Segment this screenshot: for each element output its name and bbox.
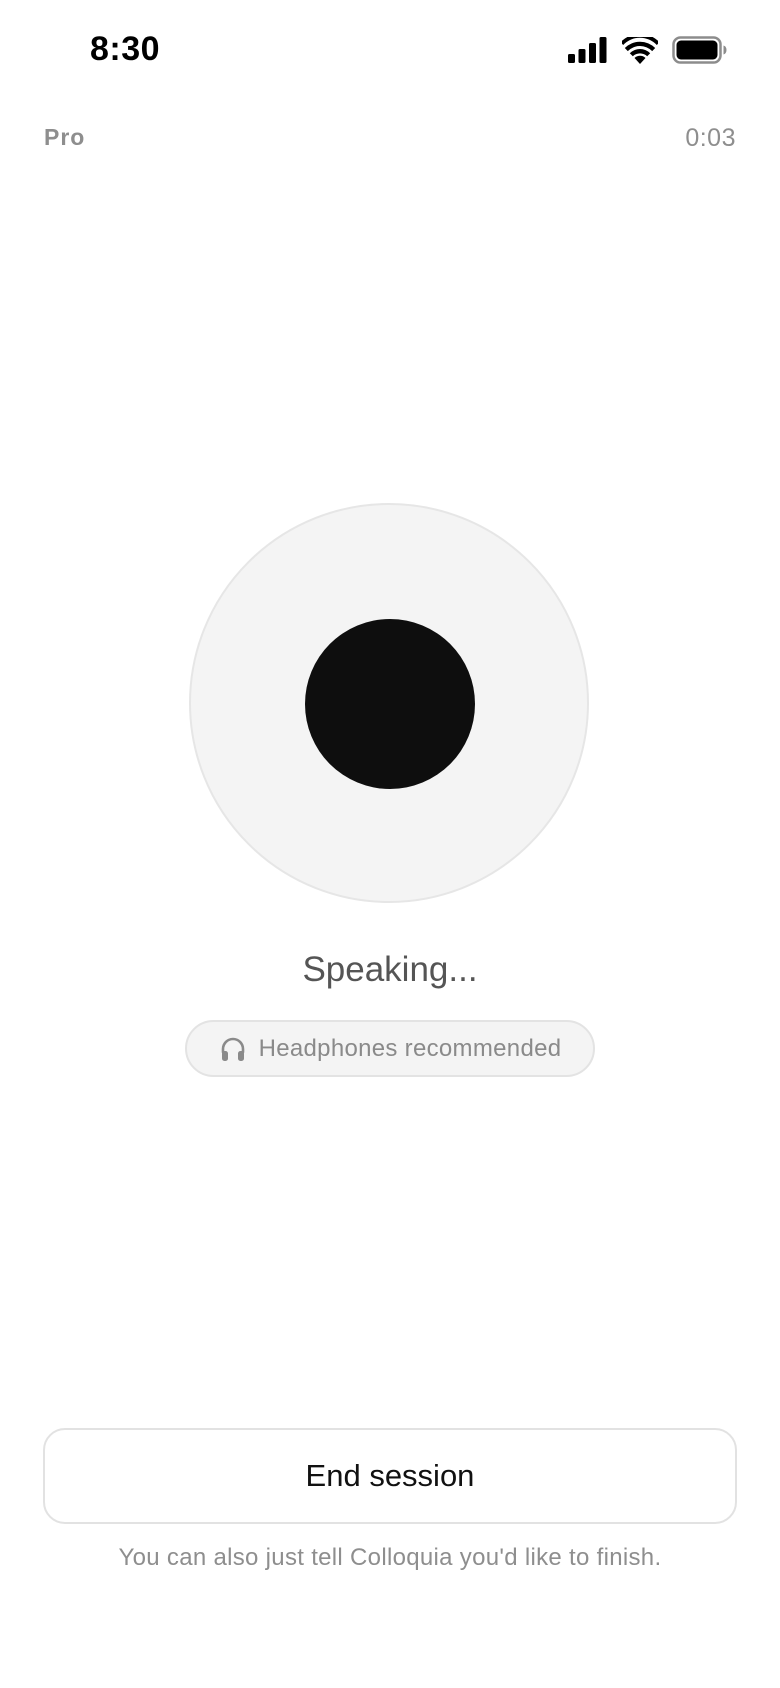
end-session-label: End session — [305, 1458, 475, 1493]
finish-hint-text: You can also just tell Colloquia you'd l… — [118, 1544, 662, 1571]
status-icons — [568, 36, 728, 64]
wifi-icon — [622, 36, 658, 64]
battery-icon — [672, 36, 728, 64]
headphones-hint-pill: Headphones recommended — [185, 1020, 595, 1077]
session-timer: 0:03 — [685, 124, 736, 152]
plan-label: Pro — [44, 124, 86, 150]
cellular-signal-icon — [568, 37, 608, 63]
status-bar: 8:30 — [0, 0, 780, 100]
status-time: 8:30 — [90, 30, 161, 68]
headphones-icon — [219, 1035, 247, 1063]
end-session-button[interactable]: End session — [43, 1428, 737, 1524]
voice-state-label: Speaking... — [302, 950, 478, 989]
voice-orb-core — [305, 619, 475, 789]
headphones-hint-text: Headphones recommended — [258, 1034, 562, 1062]
